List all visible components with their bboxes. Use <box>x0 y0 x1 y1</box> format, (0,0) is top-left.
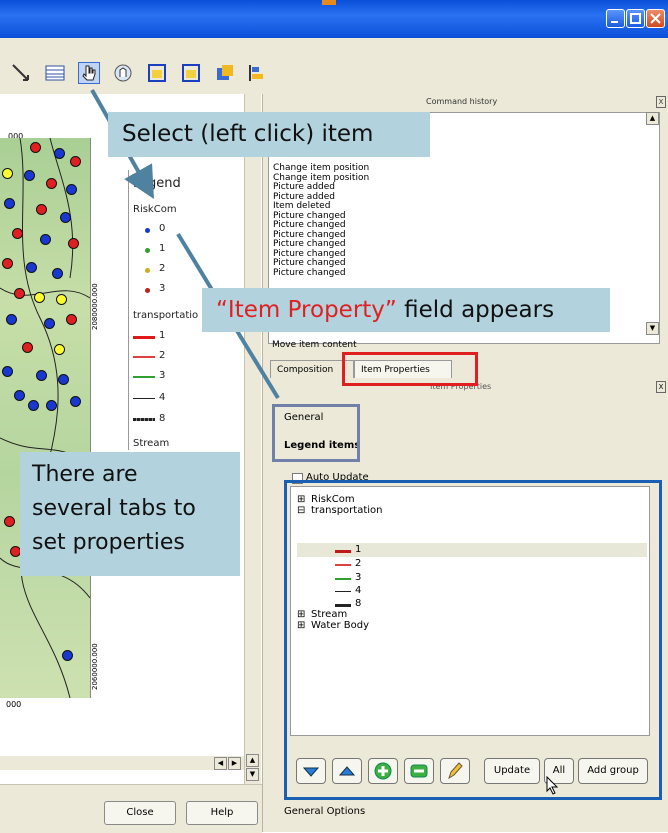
callout-line: There are <box>32 462 138 487</box>
callout-item-property-quoted: “Item Property” <box>216 297 397 323</box>
callout-several-tabs: There are several tabs to set properties <box>20 452 240 576</box>
callout-line: several tabs to <box>32 496 196 521</box>
callout-item-property-rest: field appears <box>396 297 555 323</box>
callout-select-item: Select (left click) item <box>108 112 430 157</box>
callout-item-property: “Item Property” field appears <box>202 288 610 332</box>
callout-line: set properties <box>32 530 185 555</box>
